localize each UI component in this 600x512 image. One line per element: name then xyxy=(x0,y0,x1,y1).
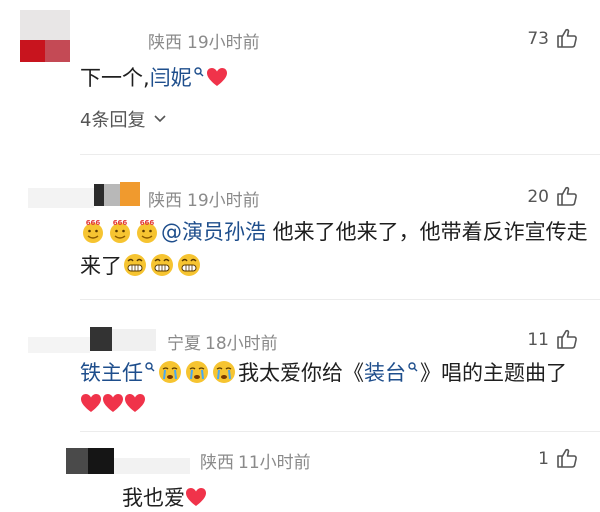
comment-location: 陕西 xyxy=(200,453,234,473)
svg-text:666: 666 xyxy=(140,219,155,227)
comment-location: 陕西 xyxy=(148,33,182,53)
comment-location: 宁夏 xyxy=(167,334,201,354)
divider xyxy=(80,431,600,432)
heart-icon xyxy=(81,394,101,412)
avatar[interactable] xyxy=(66,446,191,476)
divider xyxy=(80,154,600,155)
comment-body: 铁主任 我太爱你给《装台 》唱的主题曲了 xyxy=(80,357,567,387)
mention-link[interactable]: 铁主任 xyxy=(80,361,143,385)
comment-text: 他来了他来了，他带着反诈宣传走 xyxy=(266,220,588,244)
crying-emoji-icon xyxy=(159,361,181,383)
search-icon xyxy=(408,362,418,372)
crying-emoji-icon xyxy=(186,361,208,383)
cool-666-emoji-icon: 666 xyxy=(110,219,130,243)
comment-1: 陕西 19小时前 73 下一个,闫妮 4条回复 xyxy=(0,0,600,150)
grin-emoji-icon xyxy=(151,254,173,276)
comment-location: 陕西 xyxy=(148,191,182,211)
cool-666-emoji-icon: 666 xyxy=(137,219,157,243)
replies-toggle[interactable]: 4条回复 xyxy=(80,106,167,132)
search-icon xyxy=(193,67,204,77)
heart-icon xyxy=(186,488,206,506)
comment-body: 666 666 666 @演员孙浩 他来了他来了，他带着反诈宣传走 xyxy=(80,216,588,246)
replies-label: 4条回复 xyxy=(80,110,146,131)
comment-body-line2: 来了 xyxy=(80,250,203,280)
like-count: 1 xyxy=(538,449,549,469)
comment-time: 18小时前 xyxy=(205,334,278,354)
heart-icon xyxy=(125,394,145,412)
avatar[interactable] xyxy=(20,10,70,62)
grin-emoji-icon xyxy=(124,254,146,276)
like-count: 11 xyxy=(527,330,549,350)
thumbs-up-icon[interactable] xyxy=(556,27,578,49)
comment-body: 我也爱 xyxy=(122,482,207,512)
search-icon xyxy=(145,362,155,372)
comment-time: 19小时前 xyxy=(187,33,260,53)
svg-text:666: 666 xyxy=(113,219,128,227)
chevron-down-icon xyxy=(154,115,166,123)
like-count: 20 xyxy=(527,187,549,207)
comment-4: 陕西 11小时前 1 我也爱 xyxy=(0,436,600,510)
thumbs-up-icon[interactable] xyxy=(556,328,578,350)
comment-time: 11小时前 xyxy=(238,453,311,473)
thumbs-up-icon[interactable] xyxy=(556,185,578,207)
cool-666-emoji-icon: 666 xyxy=(83,219,103,243)
topic-link[interactable]: 装台 xyxy=(364,361,406,385)
crying-emoji-icon xyxy=(213,361,235,383)
comment-text: 我也爱 xyxy=(122,486,185,510)
avatar[interactable] xyxy=(28,182,140,210)
comment-text: 》唱的主题曲了 xyxy=(420,361,567,385)
comment-body: 下一个,闫妮 xyxy=(80,62,228,92)
comment-hearts xyxy=(80,393,146,415)
comment-time: 19小时前 xyxy=(187,191,260,211)
avatar[interactable] xyxy=(28,323,158,355)
comment-3: 宁夏 18小时前 11 铁主任 我太爱你给《装台 》唱的主题曲了 xyxy=(0,305,600,425)
heart-icon xyxy=(103,394,123,412)
comment-text: 下一个, xyxy=(80,66,150,90)
comment-text: 我太爱你给《 xyxy=(238,361,364,385)
comment-2: 陕西 19小时前 20 666 666 666 @演员孙浩 他来了他来了，他带着反诈宣… xyxy=(0,160,600,300)
heart-icon xyxy=(206,68,227,86)
thumbs-up-icon[interactable] xyxy=(556,447,578,469)
like-count: 73 xyxy=(527,29,549,49)
grin-emoji-icon xyxy=(178,254,200,276)
mention-link[interactable]: 闫妮 xyxy=(150,66,192,90)
comment-text: 来了 xyxy=(80,254,122,278)
mention-link[interactable]: @演员孙浩 xyxy=(161,220,266,244)
divider xyxy=(80,299,600,300)
svg-text:666: 666 xyxy=(86,219,101,227)
